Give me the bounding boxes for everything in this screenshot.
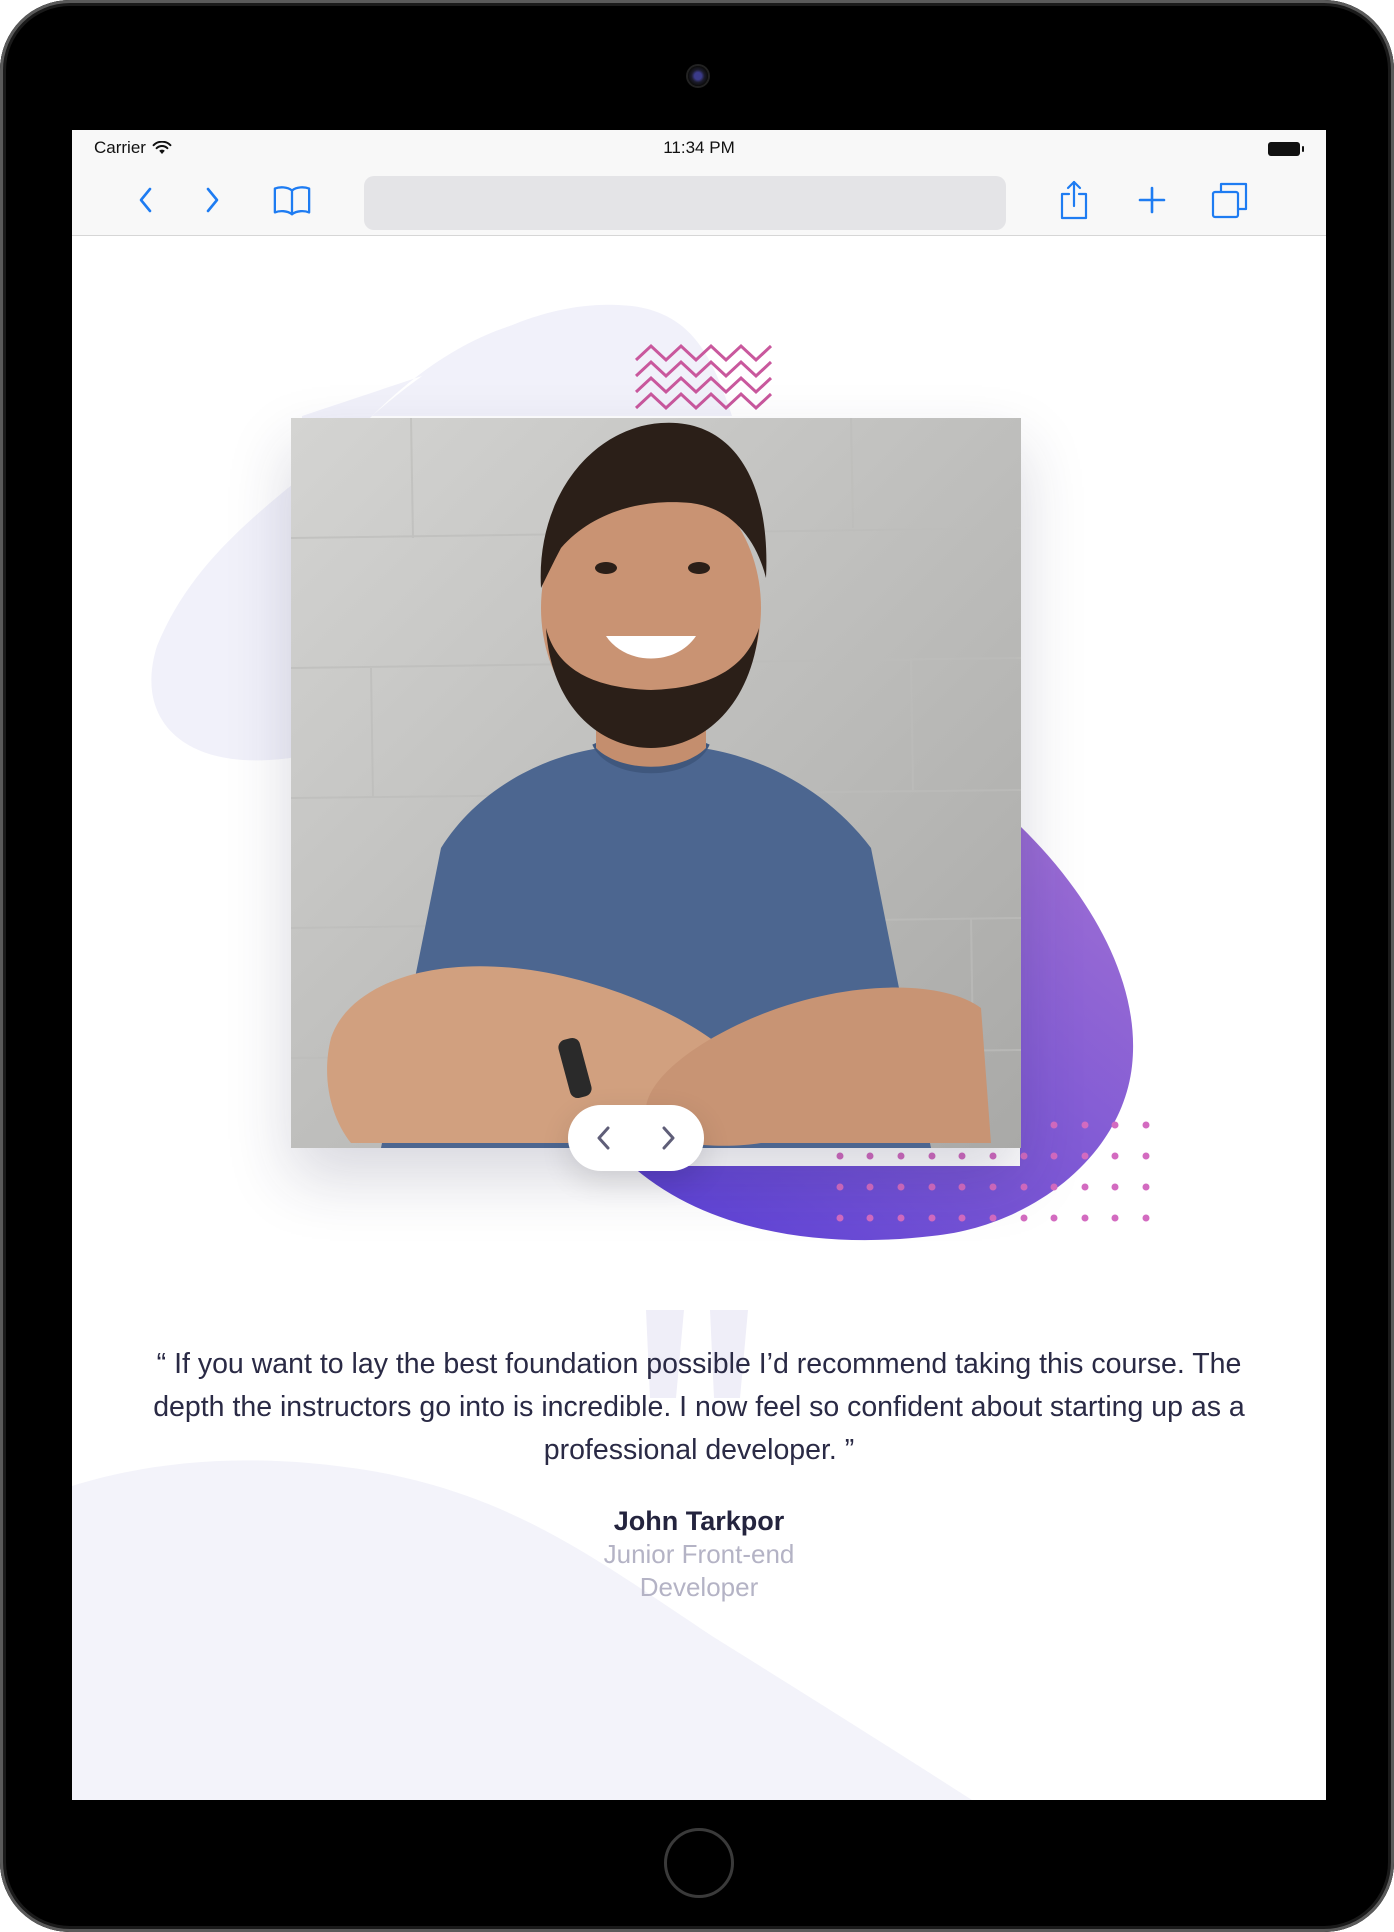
forward-button[interactable]	[192, 182, 232, 218]
share-button[interactable]	[1054, 180, 1094, 220]
bookmarks-button[interactable]	[272, 182, 312, 218]
ipad-frame: Carrier 11:34 PM “ If you want to lay th…	[0, 0, 1394, 1932]
back-icon	[139, 187, 152, 213]
author-role: Junior Front-end Developer	[603, 1539, 795, 1602]
back-button[interactable]	[126, 182, 166, 218]
browser-toolbar	[72, 162, 1326, 236]
clock: 11:34 PM	[663, 138, 735, 157]
forward-icon	[206, 187, 219, 213]
tabs-button[interactable]	[1210, 182, 1250, 219]
person-portrait	[291, 418, 1021, 1148]
home-button[interactable]	[664, 1828, 734, 1898]
screen: Carrier 11:34 PM “ If you want to lay th…	[72, 130, 1326, 1800]
bookmarks-icon	[273, 186, 311, 216]
front-camera	[688, 66, 708, 86]
testimonial-section: “ If you want to lay the best foundation…	[72, 236, 1326, 1800]
slider-controls	[568, 1105, 704, 1171]
light-blob-top	[372, 304, 732, 416]
tabs-icon	[1211, 182, 1248, 219]
status-bar: Carrier 11:34 PM	[72, 130, 1326, 162]
new-tab-button[interactable]	[1132, 182, 1172, 218]
address-bar[interactable]	[364, 176, 1006, 230]
prev-testimonial-button[interactable]	[582, 1116, 626, 1160]
testimonial-quote: “ If you want to lay the best foundation…	[153, 1348, 1245, 1466]
next-testimonial-button[interactable]	[646, 1116, 690, 1160]
chevron-right-icon	[662, 1126, 675, 1150]
add-icon	[1138, 186, 1166, 214]
chevron-left-icon	[597, 1126, 610, 1150]
share-icon	[1060, 180, 1088, 220]
author-name: John Tarkpor	[613, 1506, 785, 1536]
battery-icon	[1268, 142, 1304, 156]
testimonial-photo	[291, 418, 1021, 1148]
